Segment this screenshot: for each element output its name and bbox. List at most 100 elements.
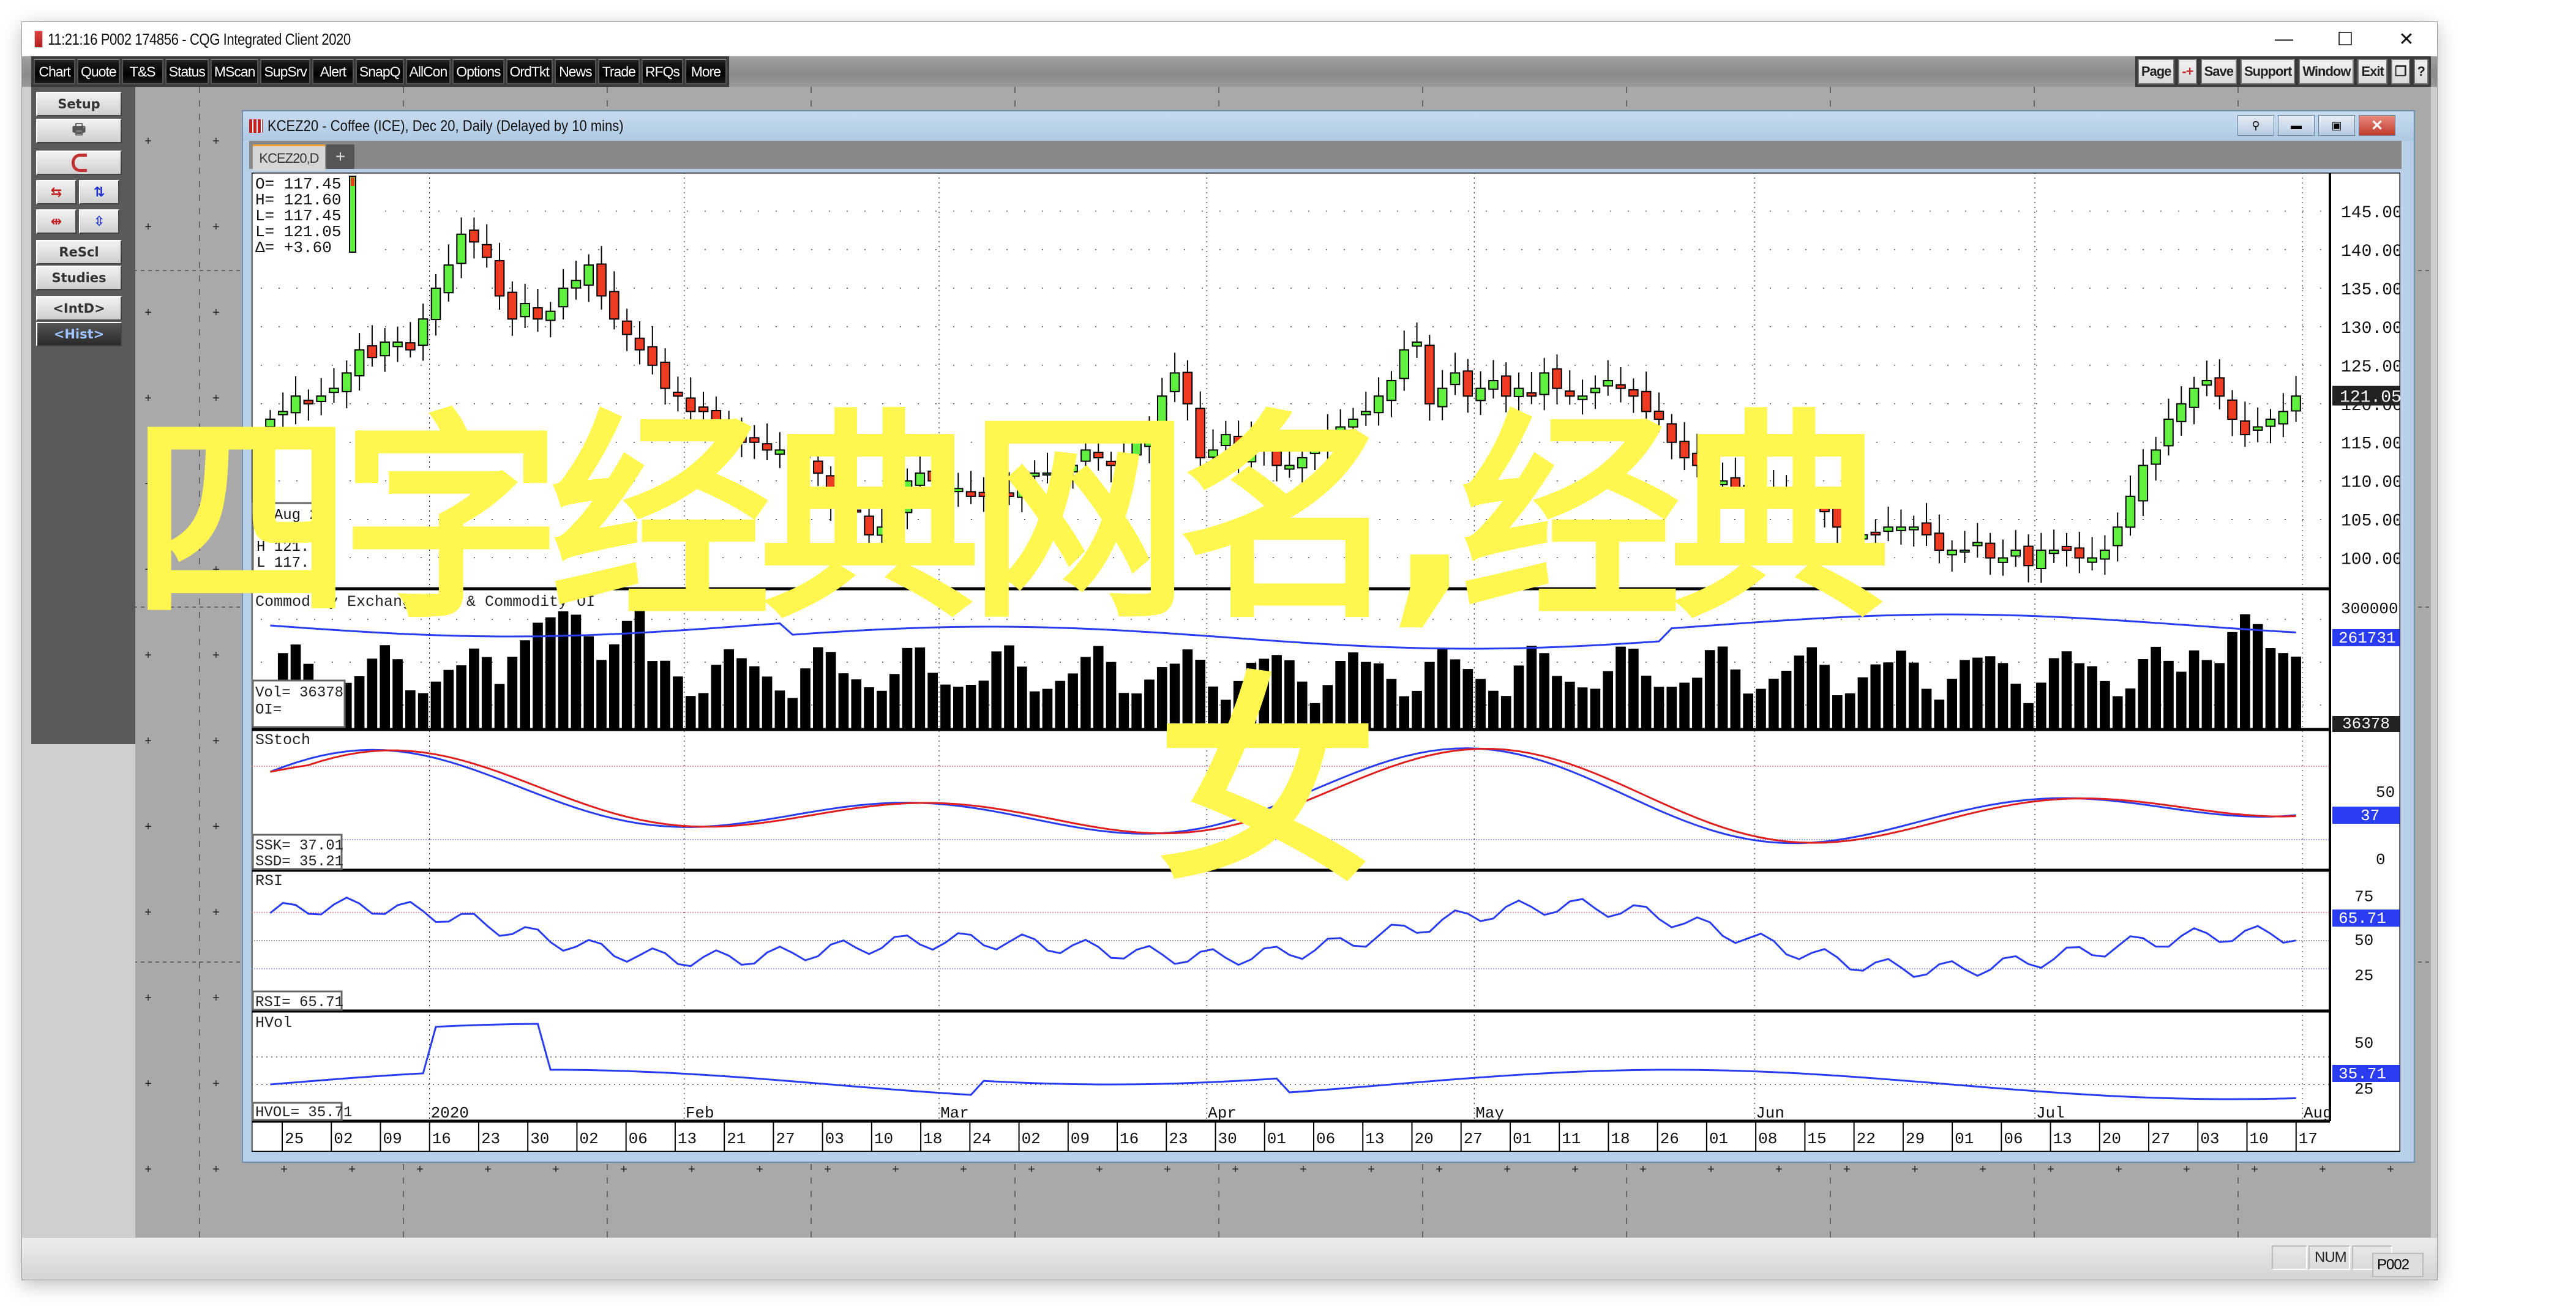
expand-horizontal-button[interactable]: ⇹ bbox=[36, 209, 77, 234]
candle bbox=[1679, 441, 1690, 458]
month-label: May bbox=[1475, 1104, 1504, 1122]
magnet-button[interactable] bbox=[36, 151, 122, 175]
date-label: 16 bbox=[1120, 1130, 1139, 1148]
svg-text:+: + bbox=[2115, 1163, 2122, 1177]
window-title: 11:21:16 P002 174856 - CQG Integrated Cl… bbox=[48, 29, 351, 48]
expand-vertical-button[interactable]: ⇳ bbox=[79, 209, 119, 234]
candle bbox=[1704, 466, 1715, 482]
chart-svg[interactable]: 145.00140.00135.00130.00125.00120.00115.… bbox=[250, 171, 2403, 1153]
candle bbox=[1513, 387, 1524, 397]
candle bbox=[1692, 452, 1702, 466]
add-tab-button[interactable]: + bbox=[326, 144, 354, 169]
volume-bar bbox=[978, 681, 989, 729]
print-button[interactable]: 🖶 bbox=[36, 119, 122, 143]
toolbar-news-button[interactable]: News bbox=[554, 59, 596, 84]
studies-button[interactable]: Studies bbox=[36, 266, 122, 290]
toolbar-trade-button[interactable]: Trade bbox=[597, 59, 640, 84]
toolbar-exit-button[interactable]: Exit bbox=[2357, 59, 2387, 84]
link-button[interactable]: ⚲ bbox=[2237, 115, 2274, 136]
toolbar-ordtkt-button[interactable]: OrdTkt bbox=[506, 59, 553, 84]
candle bbox=[1666, 423, 1677, 443]
candle bbox=[545, 310, 556, 321]
chart-window-title-bar[interactable]: KCEZ20 - Coffee (ICE), Dec 20, Daily (De… bbox=[243, 111, 2414, 141]
minimize-button[interactable]: — bbox=[2253, 22, 2315, 56]
volume-bar bbox=[1666, 687, 1677, 729]
volume-bar bbox=[915, 647, 926, 729]
toolbar-mscan-button[interactable]: MScan bbox=[210, 59, 259, 84]
candle bbox=[1794, 487, 1805, 497]
volume-bar bbox=[443, 670, 454, 729]
ssk-line bbox=[269, 747, 2296, 845]
volume-bar bbox=[991, 651, 1002, 729]
volume-bar bbox=[825, 652, 836, 729]
candle bbox=[1883, 526, 1893, 532]
volume-bar bbox=[2061, 651, 2072, 729]
volume-bar bbox=[2214, 663, 2225, 729]
maximize-button[interactable]: ☐ bbox=[2315, 22, 2376, 56]
volume-bar bbox=[1386, 679, 1397, 729]
toolbar-chart-button[interactable]: Chart bbox=[34, 59, 75, 84]
candle bbox=[443, 264, 454, 294]
candle bbox=[1271, 446, 1282, 466]
toolbar-ts-button[interactable]: T&S bbox=[121, 59, 163, 84]
volume-bar bbox=[1552, 676, 1562, 729]
candle bbox=[1947, 550, 1957, 556]
horizontal-arrows-icon: ⇆ bbox=[50, 184, 62, 200]
chart-minimize-button[interactable]: ▬ bbox=[2278, 115, 2315, 136]
toolbar-quote-button[interactable]: Quote bbox=[77, 59, 120, 84]
chart-close-button[interactable]: ✕ bbox=[2359, 115, 2395, 136]
volume-bar bbox=[724, 649, 734, 729]
candle bbox=[1093, 452, 1104, 458]
toolbar-allcon-button[interactable]: AllCon bbox=[405, 59, 451, 84]
volume-bar bbox=[2087, 666, 2097, 729]
close-button[interactable]: ✕ bbox=[2376, 22, 2437, 56]
status-num: NUM bbox=[2308, 1245, 2350, 1270]
setup-button[interactable]: Setup bbox=[36, 92, 122, 116]
toolbar-support-button[interactable]: Support bbox=[2241, 59, 2296, 84]
svg-text:+: + bbox=[1028, 1163, 1035, 1177]
toolbar-window-button[interactable]: Window bbox=[2299, 59, 2354, 84]
candle bbox=[1743, 485, 1753, 497]
compress-horizontal-button[interactable]: ⇆ bbox=[36, 180, 77, 204]
candle bbox=[2252, 426, 2263, 431]
toolbar-restore-button[interactable]: ❐ bbox=[2391, 59, 2410, 84]
compress-vertical-button[interactable]: ⇅ bbox=[79, 180, 119, 204]
candle bbox=[1603, 380, 1614, 387]
toolbar-page-button[interactable]: Page bbox=[2137, 59, 2175, 84]
volume-bar bbox=[736, 658, 747, 729]
toolbar-rfqs-button[interactable]: RFQs bbox=[641, 59, 683, 84]
toolbar-more-button[interactable]: More bbox=[684, 59, 727, 84]
intraday-button[interactable]: <IntD> bbox=[36, 296, 122, 321]
svg-text:+: + bbox=[144, 478, 152, 492]
toolbar-options-button[interactable]: Options bbox=[452, 59, 504, 84]
candle bbox=[1259, 439, 1270, 451]
toolbar-supsrv-button[interactable]: SupSrv bbox=[260, 59, 310, 84]
toolbar-alert-button[interactable]: Alert bbox=[312, 59, 354, 84]
date-label: 01 bbox=[1513, 1130, 1532, 1148]
toolbar-snapq-button[interactable]: SnapQ bbox=[355, 59, 404, 84]
svg-text:+: + bbox=[2387, 1163, 2394, 1177]
candle bbox=[1781, 488, 1792, 493]
toolbar-help-button[interactable]: ? bbox=[2413, 59, 2428, 84]
candle bbox=[380, 341, 391, 357]
date-label: 13 bbox=[1365, 1130, 1384, 1148]
volume-bar bbox=[2100, 681, 2110, 729]
date-label: 10 bbox=[874, 1130, 893, 1148]
toolbar-status-button[interactable]: Status bbox=[165, 59, 209, 84]
candle bbox=[953, 488, 964, 493]
candle bbox=[1068, 465, 1078, 472]
toolbar-save-button[interactable]: Save bbox=[2200, 59, 2237, 84]
volume-bar bbox=[430, 681, 441, 729]
volume-bar bbox=[774, 690, 785, 729]
chart-restore-button[interactable]: ▣ bbox=[2318, 115, 2355, 136]
candle bbox=[2087, 557, 2097, 563]
historical-button[interactable]: <Hist> bbox=[36, 322, 122, 346]
hvol-value: HVOL= 35.71 bbox=[255, 1105, 352, 1121]
date-label: 03 bbox=[2200, 1130, 2219, 1148]
toolbar-zoom-button[interactable]: -+ bbox=[2178, 59, 2197, 84]
chart-plot-area[interactable]: 145.00 140.00 135.00 130.00 125.00 120.00 115.… bbox=[250, 171, 2403, 1153]
printer-icon: 🖶 bbox=[72, 120, 86, 138]
tab-kcez20-d[interactable]: KCEZ20,D bbox=[253, 144, 325, 171]
rescale-button[interactable]: ReScl bbox=[36, 240, 122, 264]
date-label: 18 bbox=[1611, 1130, 1630, 1148]
